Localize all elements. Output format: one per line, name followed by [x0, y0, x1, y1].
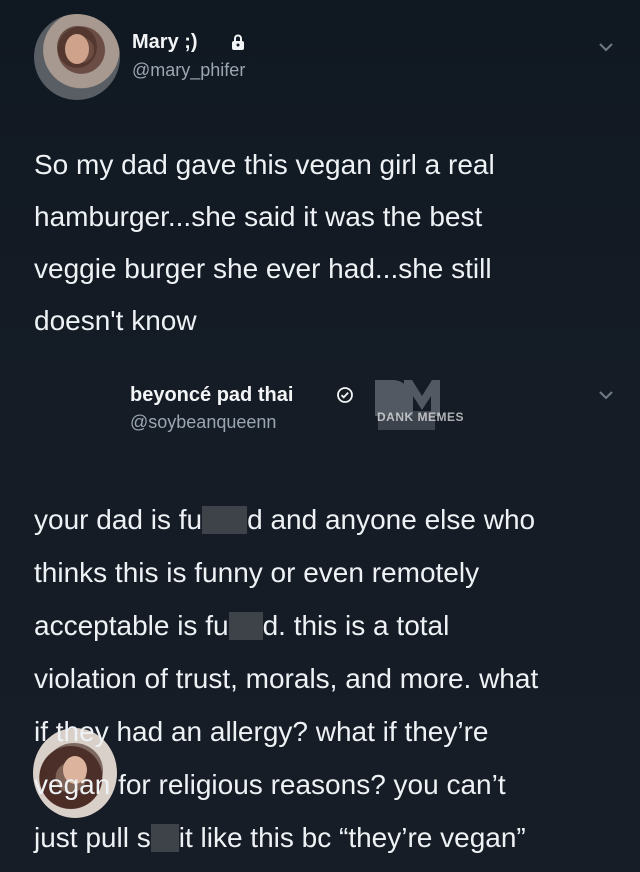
tweet-text-line: just pull s it like this bc “they’re vega… [34, 811, 619, 864]
redaction-smudge [228, 612, 263, 640]
screenshot-frame: Mary ;) @mary_phifer So my dad gave this… [0, 0, 640, 872]
lock-icon [232, 34, 244, 50]
tweet-text-line: thinks this is funny or even remotely [34, 557, 480, 588]
username-handle[interactable]: @mary_phifer [132, 60, 245, 81]
tweet-text-fragment: d and anyone else who [247, 504, 536, 535]
tweet-text-fragment: d. this is a total [262, 610, 450, 641]
chevron-down-icon[interactable] [596, 385, 616, 405]
redaction-smudge [150, 824, 179, 852]
tweet-text-line: violation of trust, morals, and more. wh… [34, 663, 539, 694]
tweet-text-line: if they had an allergy? what if they’re [34, 716, 489, 747]
tweet-text: your dad is fu d and anyone else who thin… [34, 493, 619, 864]
verified-icon [337, 387, 353, 403]
username-handle[interactable]: @soybeanqueenn [130, 412, 276, 433]
tweet-text-fragment: just pull s [34, 822, 151, 853]
redaction-smudge [202, 506, 248, 534]
tweet-text-line: your dad is fu d and anyone else who [34, 493, 619, 546]
avatar[interactable] [34, 14, 120, 100]
chevron-down-icon[interactable] [596, 37, 616, 57]
tweet-text-fragment: your dad is fu [34, 504, 203, 535]
dank-memes-watermark-logo [375, 380, 440, 430]
tweet-text-fragment: it like this bc “they’re vegan” [178, 822, 526, 853]
tweet-text-line: hamburger...she said it was the best [34, 201, 483, 232]
tweet-text: So my dad gave this vegan girl a real ha… [34, 139, 619, 347]
watermark-text: DANK MEMES [377, 410, 465, 424]
tweet-text-line: vegan for religious reasons? you can’t [34, 769, 506, 800]
display-name[interactable]: Mary ;) [132, 31, 198, 54]
tweet-text-line: veggie burger she ever had...she still [34, 253, 492, 284]
avatar-face-shape [65, 34, 89, 64]
tweet-text-line: So my dad gave this vegan girl a real [34, 149, 495, 180]
tweet-text-line: acceptable is fu d. this is a total [34, 599, 619, 652]
tweet-text-fragment: acceptable is fu [34, 610, 229, 641]
tweet-text-line: doesn't know [34, 305, 197, 336]
display-name[interactable]: beyoncé pad thai [130, 384, 293, 407]
